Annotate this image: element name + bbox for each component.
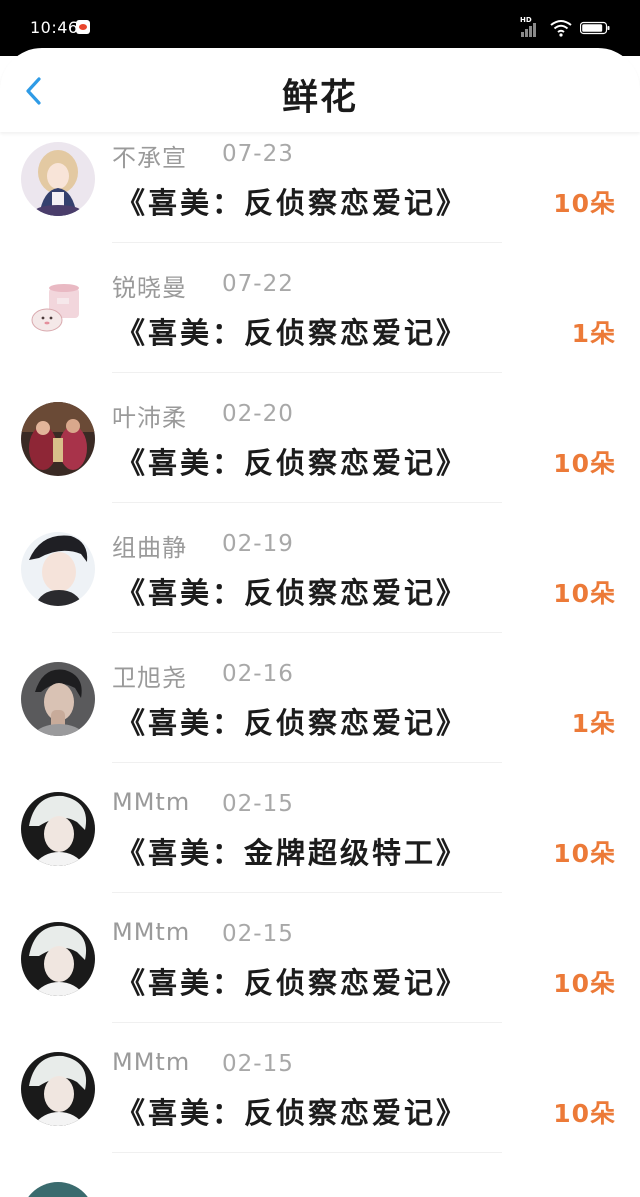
flower-record-list: 不承宣 07-23 《喜美：反侦察恋爱记》 10朵 锐晓曼 07-22 《喜美：… xyxy=(0,132,640,1197)
divider xyxy=(112,372,502,373)
user-name: MMtm xyxy=(112,788,191,816)
book-title[interactable]: 《喜美：反侦察恋爱记》 xyxy=(116,700,468,742)
list-item[interactable]: 不承宣 07-23 《喜美：反侦察恋爱记》 10朵 xyxy=(0,132,640,262)
user-name: 组曲静 xyxy=(112,534,187,562)
divider xyxy=(112,762,502,763)
user-name: 卫旭尧 xyxy=(112,664,187,692)
divider xyxy=(112,1152,502,1153)
header: 鲜花 xyxy=(0,48,640,132)
item-date: 02-15 xyxy=(222,1051,294,1077)
list-item[interactable]: 锐晓曼 07-22 《喜美：反侦察恋爱记》 1朵 xyxy=(0,262,640,392)
user-name: 不承宣 xyxy=(112,144,187,172)
flower-count: 10朵 xyxy=(553,839,616,868)
avatar[interactable] xyxy=(21,272,95,346)
list-item[interactable]: 组曲静 02-19 《喜美：反侦察恋爱记》 10朵 xyxy=(0,522,640,652)
book-title[interactable]: 《喜美：反侦察恋爱记》 xyxy=(116,180,468,222)
list-item[interactable]: MMtm 02-15 《喜美：反侦察恋爱记》 10朵 xyxy=(0,912,640,1042)
item-date: 07-22 xyxy=(222,271,294,297)
avatar[interactable] xyxy=(21,402,95,476)
flower-count: 10朵 xyxy=(553,189,616,218)
book-title[interactable]: 《喜美：反侦察恋爱记》 xyxy=(116,1090,468,1132)
page-title: 鲜花 xyxy=(281,77,358,118)
status-indicators: HD xyxy=(520,16,610,40)
flower-count: 1朵 xyxy=(571,319,616,348)
avatar[interactable] xyxy=(21,792,95,866)
avatar[interactable] xyxy=(21,662,95,736)
book-title[interactable]: 《喜美：反侦察恋爱记》 xyxy=(116,310,468,352)
list-item[interactable]: 叶沛柔 02-20 《喜美：反侦察恋爱记》 10朵 xyxy=(0,392,640,522)
user-name: 锐晓曼 xyxy=(112,274,187,302)
notification-app-icon xyxy=(76,20,90,34)
divider xyxy=(112,892,502,893)
divider xyxy=(112,1022,502,1023)
user-name: MMtm xyxy=(112,918,191,946)
list-item[interactable]: MMtm 02-15 《喜美：金牌超级特工》 10朵 xyxy=(0,782,640,912)
book-title[interactable]: 《喜美：反侦察恋爱记》 xyxy=(116,440,468,482)
flower-count: 10朵 xyxy=(553,1099,616,1128)
flower-count: 1朵 xyxy=(571,709,616,738)
user-name: 叶沛柔 xyxy=(112,404,187,432)
battery-icon xyxy=(580,20,610,36)
divider xyxy=(112,502,502,503)
flower-count: 10朵 xyxy=(553,449,616,478)
avatar[interactable] xyxy=(21,1052,95,1126)
avatar[interactable] xyxy=(21,922,95,996)
avatar[interactable] xyxy=(21,532,95,606)
status-time: 10:46 xyxy=(30,18,79,37)
list-item[interactable]: MMtm 02-15 《喜美：反侦察恋爱记》 10朵 xyxy=(0,1042,640,1172)
avatar[interactable] xyxy=(21,142,95,216)
item-date: 02-19 xyxy=(222,531,294,557)
avatar[interactable] xyxy=(21,1182,95,1197)
divider xyxy=(112,242,502,243)
list-item-partial[interactable] xyxy=(0,1172,640,1197)
wifi-icon xyxy=(550,19,572,37)
divider xyxy=(112,632,502,633)
item-date: 02-15 xyxy=(222,791,294,817)
item-date: 02-20 xyxy=(222,401,294,427)
flower-count: 10朵 xyxy=(553,969,616,998)
flower-count: 10朵 xyxy=(553,579,616,608)
book-title[interactable]: 《喜美：反侦察恋爱记》 xyxy=(116,960,468,1002)
list-item[interactable]: 卫旭尧 02-16 《喜美：反侦察恋爱记》 1朵 xyxy=(0,652,640,782)
book-title[interactable]: 《喜美：金牌超级特工》 xyxy=(116,830,468,872)
item-date: 02-15 xyxy=(222,921,294,947)
item-date: 02-16 xyxy=(222,661,294,687)
cellular-signal-icon: HD xyxy=(520,16,542,37)
user-name: MMtm xyxy=(112,1048,191,1076)
item-date: 07-23 xyxy=(222,141,294,167)
book-title[interactable]: 《喜美：反侦察恋爱记》 xyxy=(116,570,468,612)
